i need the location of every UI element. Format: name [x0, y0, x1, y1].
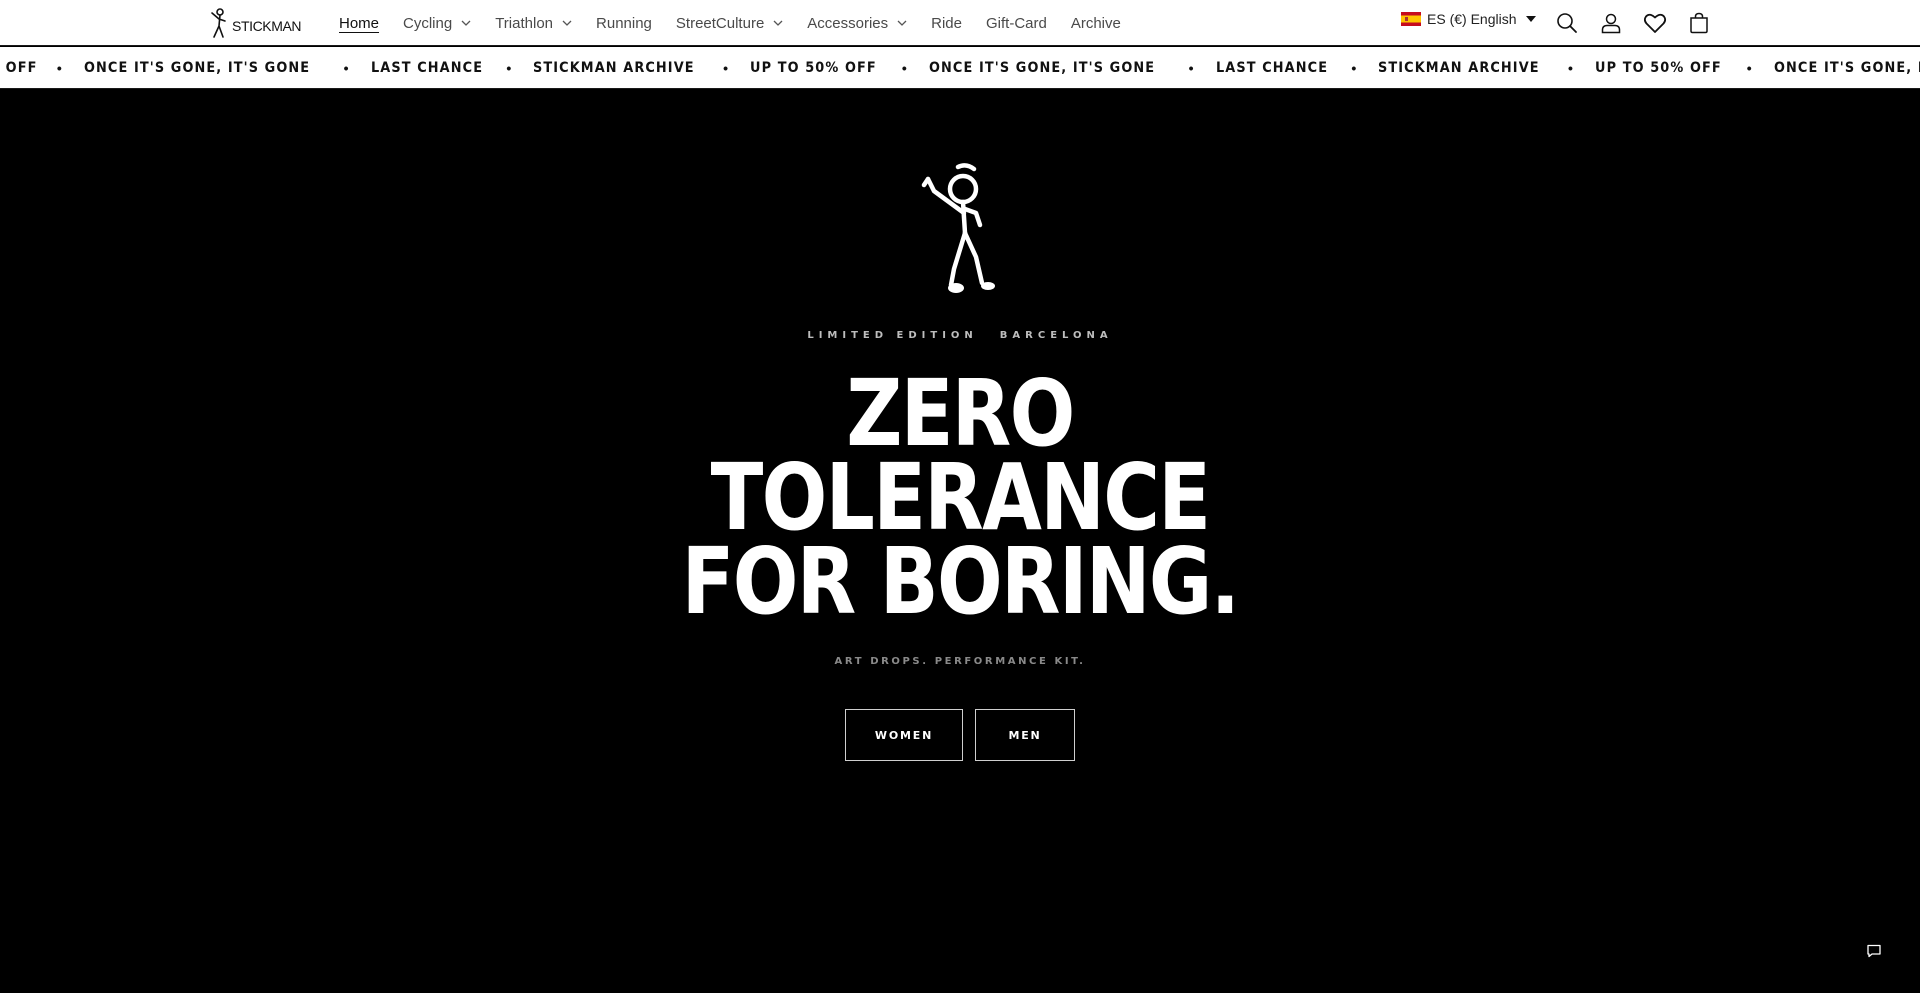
- marquee-separator: •: [506, 60, 512, 76]
- marquee-separator: •: [1568, 60, 1573, 76]
- brand-logo[interactable]: STICKMAN: [208, 6, 302, 40]
- hero-headline: ZERO TOLERANCE FOR BORING.: [154, 368, 1767, 635]
- nav-label: Triathlon: [495, 14, 554, 32]
- account-button[interactable]: [1598, 10, 1624, 36]
- nav-item-accessories[interactable]: Accessories: [795, 0, 919, 46]
- marquee-item: LAST CHANCE: [370, 60, 483, 76]
- marquee-separator: •: [343, 60, 349, 76]
- header-actions: [1554, 10, 1712, 36]
- nav-label: Home: [339, 14, 380, 32]
- marquee-separator: •: [1351, 60, 1357, 76]
- men-button[interactable]: MEN: [975, 709, 1075, 761]
- marquee-item: ONCE IT'S GONE, IT'S GONE: [928, 60, 1155, 76]
- announcement-marquee: 0% OFF • ONCE IT'S GONE, IT'S GONE • LAST CH…: [0, 47, 1920, 89]
- marquee-item: 0% OFF: [0, 60, 38, 76]
- nav-label: StreetCulture: [675, 14, 765, 32]
- nav-item-streetculture[interactable]: StreetCulture: [664, 0, 795, 46]
- marquee-separator: •: [723, 60, 728, 76]
- marquee-separator: •: [1188, 60, 1194, 76]
- marquee-separator: •: [901, 60, 907, 76]
- nav-item-triathlon[interactable]: Triathlon: [483, 0, 584, 46]
- stickman-figure-icon: [921, 163, 995, 293]
- heart-icon: [1643, 13, 1667, 33]
- nav-label: Accessories: [807, 14, 889, 32]
- marquee-item: LAST CHANCE: [1215, 60, 1328, 76]
- marquee-item: UP TO 50% OFF: [749, 60, 877, 76]
- stickman-logo-icon: [211, 8, 226, 38]
- locale-label: ES (€) English: [1427, 11, 1517, 27]
- marquee-separator: •: [1746, 60, 1752, 76]
- eyebrow-barcelona: BARCELONA: [999, 330, 1113, 341]
- wishlist-button[interactable]: [1642, 10, 1668, 36]
- cart-button[interactable]: [1686, 10, 1712, 36]
- nav-label: Ride: [931, 14, 962, 32]
- hero-cta-group: WOMEN MEN: [845, 709, 1075, 761]
- chevron-down-icon: [773, 20, 783, 26]
- site-header: STICKMAN Home Cycling Triathlon Running …: [0, 0, 1920, 46]
- nav-item-ride[interactable]: Ride: [919, 0, 974, 46]
- women-button[interactable]: WOMEN: [845, 709, 963, 761]
- chevron-down-icon: [562, 20, 572, 26]
- main-nav: Home Cycling Triathlon Running StreetCul…: [327, 0, 1133, 46]
- cart-icon: [1690, 12, 1708, 34]
- eyebrow-limited-edition: LIMITED EDITION: [807, 330, 978, 341]
- nav-label: Gift-Card: [986, 14, 1047, 32]
- nav-label: Running: [596, 14, 652, 32]
- headline-line-3: FOR BORING.: [681, 528, 1240, 635]
- nav-label: Cycling: [403, 14, 453, 32]
- marquee-item: ONCE IT'S GONE, IT'S GONE: [83, 60, 310, 76]
- nav-item-gift-card[interactable]: Gift-Card: [974, 0, 1059, 46]
- nav-item-home[interactable]: Home: [327, 0, 391, 46]
- hero-section: LIMITED EDITION BARCELONA ZERO TOLERANCE …: [0, 89, 1920, 993]
- marquee-item: STICKMAN ARCHIVE: [1378, 60, 1540, 76]
- nav-item-archive[interactable]: Archive: [1059, 0, 1133, 46]
- chevron-down-icon: [461, 20, 471, 26]
- search-button[interactable]: [1554, 10, 1580, 36]
- chat-button[interactable]: [1862, 939, 1886, 963]
- nav-item-running[interactable]: Running: [584, 0, 664, 46]
- account-icon: [1601, 13, 1621, 34]
- hero-eyebrow: LIMITED EDITION BARCELONA: [0, 330, 1920, 341]
- chat-icon: [1867, 944, 1881, 958]
- hero-subline: ART DROPS. PERFORMANCE KIT.: [834, 656, 1086, 667]
- marquee-item: UP TO 50% OFF: [1594, 60, 1722, 76]
- marquee-item: STICKMAN ARCHIVE: [533, 60, 696, 76]
- logo-text: STICKMAN: [232, 17, 302, 34]
- marquee-separator: •: [56, 60, 62, 76]
- nav-label: Archive: [1070, 14, 1121, 32]
- search-icon: [1557, 13, 1577, 33]
- locale-selector[interactable]: ES (€) English: [1401, 11, 1537, 27]
- spain-flag-icon: [1401, 12, 1421, 26]
- nav-item-cycling[interactable]: Cycling: [391, 0, 483, 46]
- caret-down-icon: [1526, 16, 1537, 22]
- marquee-item: ONCE IT'S GONE, IT'S GONE: [1773, 60, 1920, 76]
- marquee-track: 0% OFF • ONCE IT'S GONE, IT'S GONE • LAST CH…: [0, 47, 1920, 88]
- chevron-down-icon: [897, 20, 907, 26]
